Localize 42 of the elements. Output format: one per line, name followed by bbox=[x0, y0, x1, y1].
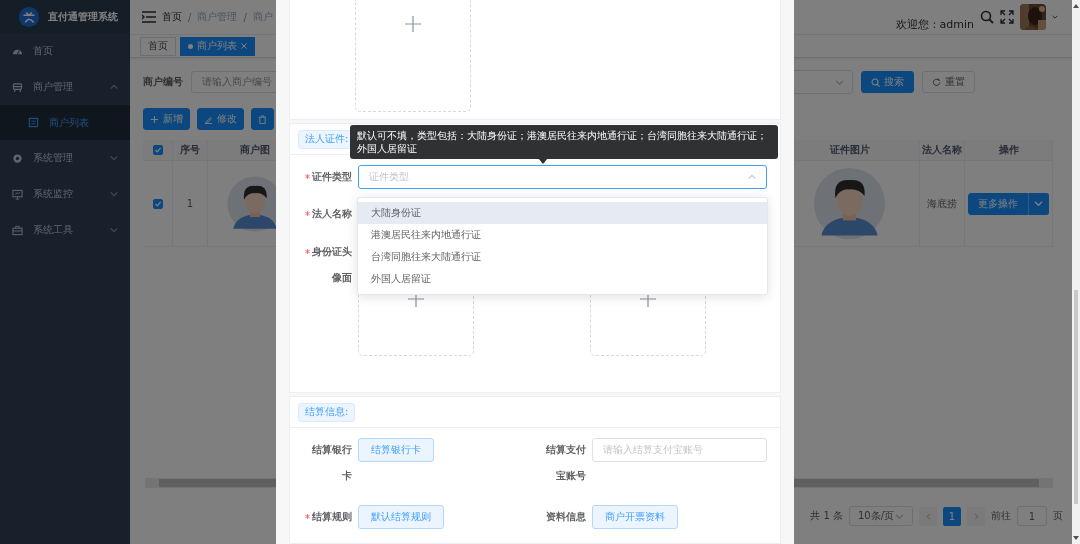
field-label: 结算支付宝账号 bbox=[545, 443, 586, 483]
dropdown-option[interactable]: 台湾同胞往来大陆通行证 bbox=[358, 246, 767, 268]
select-button[interactable]: 商户开票资料 bbox=[591, 505, 678, 529]
welcome-text: 欢迎您：admin bbox=[895, 17, 974, 33]
breadcrumb-separator: / bbox=[243, 11, 247, 23]
column-header: 法人名称 bbox=[920, 140, 965, 161]
field-label: 身份证头像面 bbox=[312, 245, 352, 285]
section-tag: 结算信息: bbox=[298, 402, 356, 422]
dropdown-option[interactable]: 外国人居留证 bbox=[358, 268, 767, 290]
tooltip: 默认可不填，类型包括：大陆身份证；港澳居民往来内地通行证；台湾同胞往来大陆通行证；外国人居留证 bbox=[350, 125, 778, 159]
menu-item[interactable]: 商户列表 bbox=[0, 105, 130, 140]
page-input[interactable]: 1 bbox=[1017, 506, 1047, 526]
more-actions-button[interactable]: 更多操作 bbox=[968, 192, 1028, 215]
field-label: 法人名称 bbox=[312, 207, 352, 221]
field-label: 资料信息 bbox=[545, 510, 586, 524]
page-number[interactable]: 1 bbox=[943, 506, 961, 526]
field-label: 证件类型 bbox=[312, 170, 352, 184]
add-button[interactable]: 新增 bbox=[143, 108, 190, 130]
breadcrumb-separator: / bbox=[188, 11, 192, 23]
tab[interactable]: 商户列表 bbox=[180, 36, 255, 56]
menu-item[interactable]: 首页 bbox=[0, 33, 130, 69]
total-count: 共 1 条 bbox=[810, 509, 843, 523]
field-label: 结算规则 bbox=[312, 510, 352, 524]
reset-button[interactable]: 重置 bbox=[922, 71, 975, 93]
field-label: 商户编号 bbox=[143, 75, 183, 89]
field-label: 结算银行卡 bbox=[312, 443, 352, 483]
app-title: 直付通管理系统 bbox=[48, 9, 118, 24]
tab[interactable]: 首页 bbox=[140, 36, 176, 56]
breadcrumb-item[interactable]: 首页 bbox=[162, 10, 182, 24]
dropdown-option[interactable]: 港澳居民往来内地通行证 bbox=[358, 224, 767, 246]
edit-button[interactable]: 修改 bbox=[197, 108, 244, 130]
column-header: 操作 bbox=[965, 140, 1053, 161]
goto-label: 前往 bbox=[991, 509, 1011, 523]
search-button[interactable]: 搜索 bbox=[861, 71, 914, 93]
select-button[interactable]: 默认结算规则 bbox=[358, 505, 444, 529]
page-size-select[interactable]: 10条/页 bbox=[849, 506, 913, 526]
table-cell: 1 bbox=[173, 161, 208, 247]
dropdown-option[interactable]: 大陆身份证 bbox=[358, 202, 767, 224]
table-cell: 海底捞 bbox=[920, 161, 965, 247]
column-header: 序号 bbox=[173, 140, 208, 161]
select-button[interactable]: 结算银行卡 bbox=[358, 438, 434, 462]
page-suffix: 页 bbox=[1053, 509, 1063, 523]
